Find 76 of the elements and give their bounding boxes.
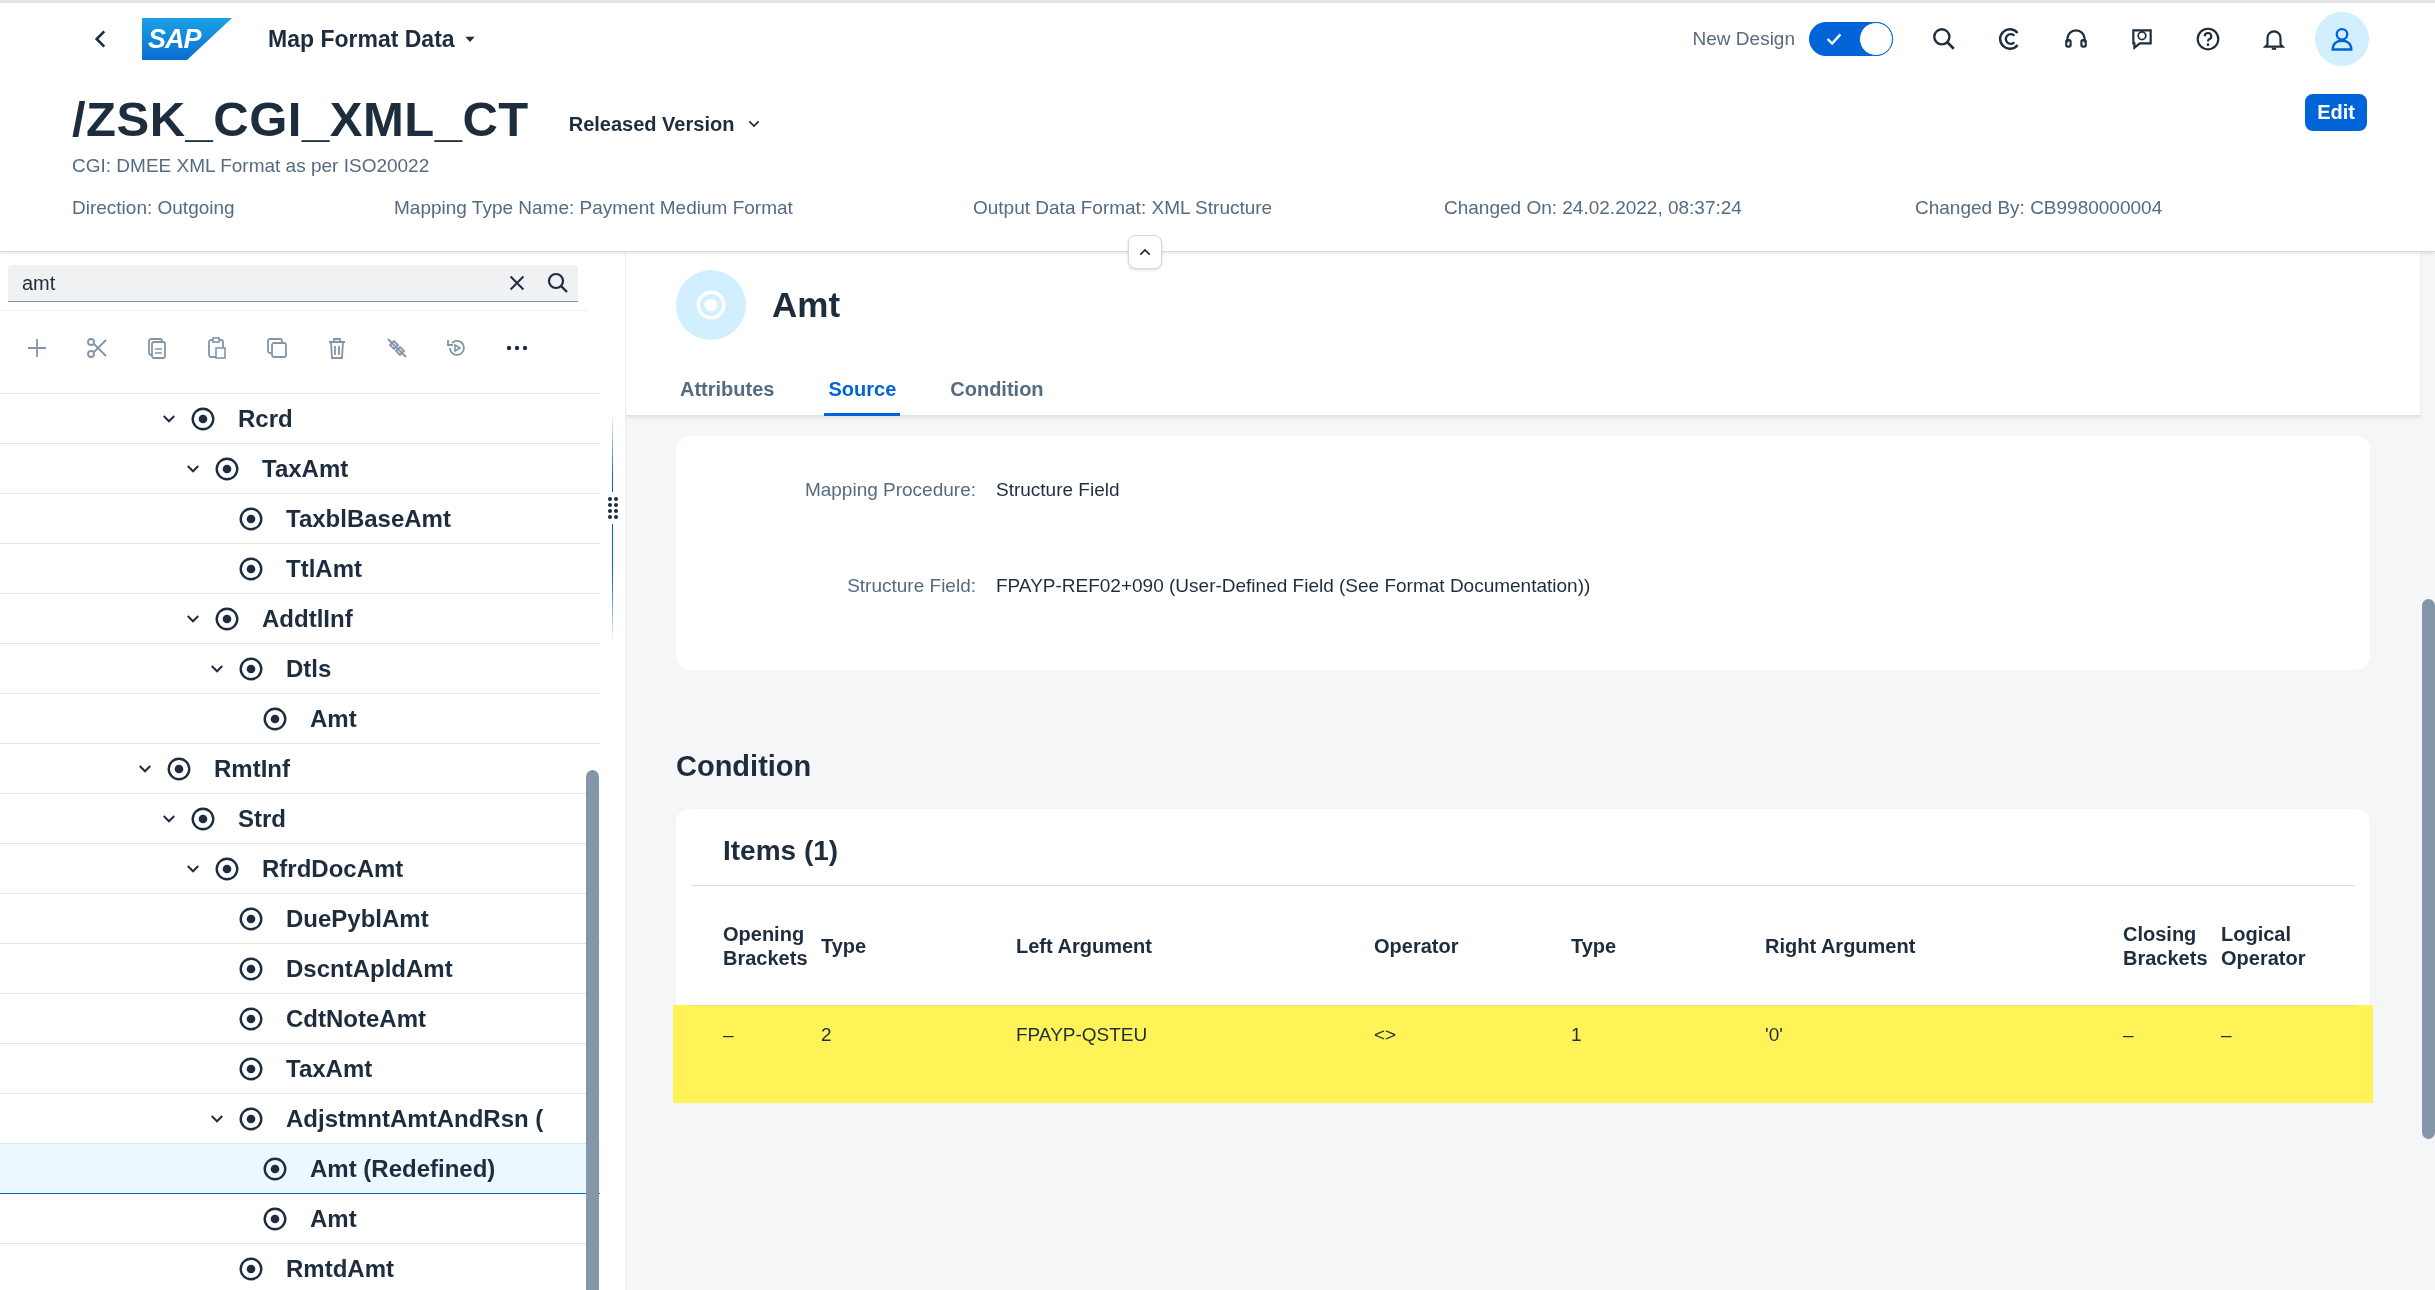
items-title: Items (1) bbox=[722, 834, 840, 868]
node-icon bbox=[238, 555, 264, 582]
collapse-header-button[interactable] bbox=[1128, 235, 1162, 269]
new-design-label: New Design bbox=[1692, 28, 1795, 50]
duplicate-icon[interactable] bbox=[265, 336, 289, 360]
column-header: Left Argument bbox=[1016, 933, 1153, 958]
app-title-menu[interactable]: Map Format Data bbox=[268, 25, 477, 53]
user-avatar[interactable] bbox=[2315, 12, 2369, 66]
table-cell-text: – bbox=[2221, 1024, 2233, 1046]
node-icon bbox=[190, 805, 216, 832]
search-input[interactable]: amt bbox=[20, 270, 488, 296]
field-value: FPAYP-REF02+090 (User-Defined Field (See Format Documentation)) bbox=[996, 575, 1592, 597]
unlink-icon[interactable] bbox=[385, 336, 409, 360]
copy-icon[interactable] bbox=[145, 336, 169, 360]
scrollbar-thumb[interactable] bbox=[586, 770, 599, 1290]
field-value: Structure Field bbox=[996, 479, 1121, 501]
node-icon bbox=[262, 1205, 288, 1232]
header-attribute: Changed On: 24.02.2022, 08:37:24 bbox=[1444, 197, 1743, 219]
node-icon bbox=[166, 755, 192, 782]
scissors-icon[interactable] bbox=[85, 336, 109, 360]
column-header: Right Argument bbox=[1765, 933, 1917, 958]
search-field[interactable]: amt bbox=[8, 265, 578, 302]
tab[interactable]: Attributes bbox=[676, 370, 779, 416]
node-icon bbox=[214, 455, 240, 482]
scrollbar-thumb[interactable] bbox=[2422, 599, 2435, 1139]
detail-title: Amt bbox=[772, 285, 841, 325]
node-icon bbox=[238, 1055, 264, 1082]
column-header: Type bbox=[1571, 933, 1618, 958]
node-icon bbox=[238, 1255, 264, 1282]
table-cell-text: 1 bbox=[1571, 1024, 1583, 1046]
column-header: Type bbox=[821, 933, 868, 958]
table-cell-text: – bbox=[2123, 1024, 2135, 1046]
tree-item[interactable]: Amt (Redefined) bbox=[0, 1144, 600, 1194]
table-cell-text: '0' bbox=[1765, 1024, 1784, 1046]
tab[interactable]: Source bbox=[824, 370, 901, 416]
node-icon bbox=[214, 605, 240, 632]
help-icon[interactable] bbox=[2195, 26, 2221, 52]
object-title: /ZSK_CGI_XML_CT bbox=[72, 91, 529, 147]
header-attribute: Changed By: CB9980000004 bbox=[1915, 197, 2164, 219]
header-attribute: Direction: Outgoing bbox=[72, 197, 236, 219]
header-attribute: Mapping Type Name: Payment Medium Format bbox=[394, 197, 794, 219]
edit-button[interactable]: Edit bbox=[2305, 93, 2367, 131]
object-description: CGI: DMEE XML Format as per ISO20022 bbox=[72, 155, 431, 177]
target-icon bbox=[694, 288, 728, 322]
node-icon bbox=[238, 905, 264, 932]
column-header: Opening Brackets bbox=[723, 921, 809, 970]
column-header: Logical Operator bbox=[2221, 921, 2307, 970]
table-cell-text: <> bbox=[1374, 1024, 1398, 1046]
node-icon bbox=[238, 1105, 264, 1132]
logo[interactable]: SAP bbox=[142, 18, 232, 60]
node-icon bbox=[262, 1155, 288, 1182]
header-attribute: Output Data Format: XML Structure bbox=[973, 197, 1274, 219]
clipboard-icon[interactable] bbox=[205, 336, 229, 360]
node-icon bbox=[214, 855, 240, 882]
version-select[interactable]: Released Version bbox=[568, 112, 763, 136]
tab[interactable]: Condition bbox=[946, 370, 1048, 416]
node-icon bbox=[262, 705, 288, 732]
node-icon bbox=[238, 955, 264, 982]
chat-icon[interactable] bbox=[2129, 26, 2155, 52]
search-icon[interactable] bbox=[1931, 26, 1957, 52]
column-header: Operator bbox=[1374, 933, 1460, 958]
section-heading: Condition bbox=[676, 750, 813, 783]
node-icon bbox=[190, 405, 216, 432]
field-label: Structure Field: bbox=[846, 575, 976, 597]
table-cell-text: – bbox=[723, 1024, 735, 1046]
user-icon bbox=[2328, 25, 2356, 53]
table-cell-text: 2 bbox=[821, 1024, 833, 1046]
search-icon[interactable] bbox=[546, 271, 570, 295]
field-label: Mapping Procedure: bbox=[803, 479, 976, 501]
table-cell-text: FPAYP-QSTEU bbox=[1016, 1024, 1149, 1046]
node-icon bbox=[238, 1005, 264, 1032]
plus-icon[interactable] bbox=[25, 336, 49, 360]
new-design-switch[interactable] bbox=[1809, 22, 1893, 56]
node-icon bbox=[238, 505, 264, 532]
node-icon bbox=[238, 655, 264, 682]
column-header: Closing Brackets bbox=[2123, 921, 2209, 970]
